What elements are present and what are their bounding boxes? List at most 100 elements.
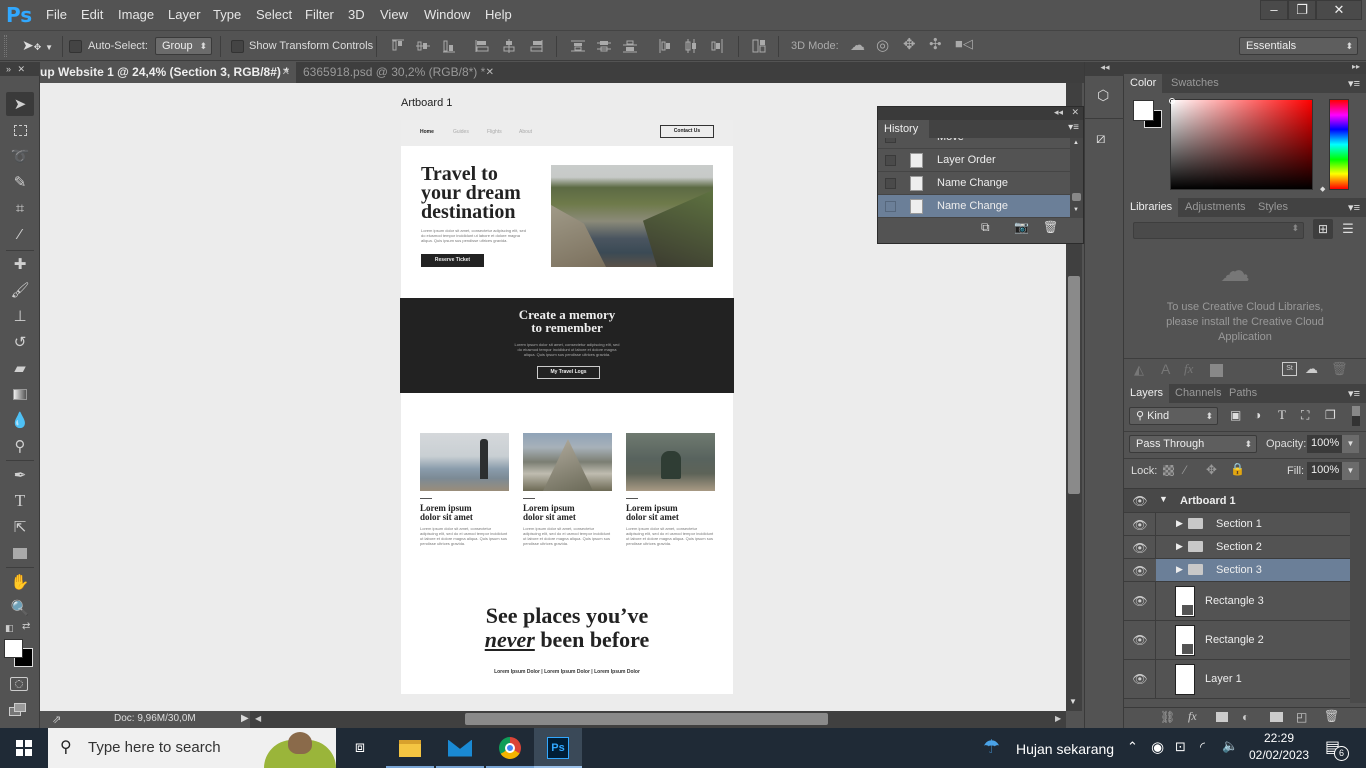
move-tool[interactable]: ➤ [6, 92, 34, 116]
menu-filter[interactable]: Filter [305, 7, 334, 22]
menu-select[interactable]: Select [256, 7, 292, 22]
align-horizontal-centers-icon[interactable] [502, 39, 516, 53]
photoshop-taskbar-button[interactable]: Ps [534, 728, 582, 768]
layer-name[interactable]: Artboard 1 [1180, 495, 1236, 507]
adobe-stock-icon[interactable]: St [1282, 362, 1297, 376]
history-item-selected[interactable]: Name Change [878, 195, 1070, 218]
menu-edit[interactable]: Edit [81, 7, 103, 22]
default-colors-icon[interactable]: ◧ [5, 623, 14, 634]
close-tab-icon[interactable]: ✕ [486, 62, 494, 83]
delete-layer-trash-icon[interactable]: 🗑 [1324, 709, 1339, 723]
menu-window[interactable]: Window [424, 7, 470, 22]
3d-roll-icon[interactable]: ◎ [876, 36, 889, 54]
collapse-strip-icon[interactable]: ◂◂ [1085, 62, 1125, 76]
volume-icon[interactable]: 🔈 [1222, 738, 1238, 754]
properties-panel-icon[interactable]: ⧄ [1096, 130, 1116, 150]
zoom-tool[interactable]: 🔍 [6, 596, 34, 620]
tab-website-mockup[interactable]: up Website 1 @ 24,4% (Section 3, RGB/8#)… [40, 62, 296, 83]
opacity-input[interactable]: 100% [1307, 435, 1342, 453]
chrome-button[interactable] [486, 728, 534, 768]
weather-rain-umbrella-icon[interactable]: ☂ [983, 736, 1000, 759]
sync-status-icon[interactable]: ☁ [1305, 361, 1318, 377]
screen-mode-icon[interactable] [9, 703, 27, 717]
tab-layers[interactable]: Layers [1124, 384, 1170, 403]
doc-size-readout[interactable]: Doc: 9,96M/30,0M [114, 713, 196, 724]
history-snapshot-checkbox[interactable] [885, 201, 896, 212]
hand-tool[interactable]: ✋ [6, 570, 34, 594]
align-left-edges-icon[interactable] [475, 39, 489, 53]
new-group-folder-icon[interactable] [1270, 712, 1283, 722]
lock-image-pixels-icon[interactable]: ⁄ [1184, 463, 1186, 477]
create-snapshot-camera-icon[interactable]: 📷 [1014, 220, 1029, 234]
artboard[interactable]: Home Guides Flights About Contact Us Tra… [400, 120, 734, 694]
filter-pixel-layers-icon[interactable]: ▣ [1230, 408, 1241, 422]
rectangle-tool[interactable] [6, 541, 34, 565]
expand-triangle-icon[interactable]: ▶ [1176, 564, 1183, 575]
3d-orbit-icon[interactable]: ☁ [850, 36, 865, 54]
new-layer-icon[interactable]: ◰ [1296, 710, 1307, 724]
layer-row-group[interactable]: 👁 ▶ Section 1 [1124, 513, 1350, 536]
layer-row-shape[interactable]: 👁 Rectangle 3 [1124, 582, 1350, 621]
swap-colors-icon[interactable]: ⇄ [22, 621, 30, 632]
tab-styles[interactable]: Styles [1252, 198, 1294, 217]
align-right-edges-icon[interactable] [529, 39, 543, 53]
new-adjustment-layer-icon[interactable]: ◐ [1242, 710, 1249, 724]
close-icon[interactable]: ✕ [18, 64, 26, 74]
lock-transparent-pixels-icon[interactable] [1163, 465, 1174, 476]
hue-slider[interactable] [1329, 99, 1349, 190]
add-graphic-icon[interactable]: ◭ [1134, 362, 1144, 378]
distribute-left-edges-icon[interactable] [658, 39, 672, 53]
layer-name[interactable]: Layer 1 [1205, 673, 1242, 685]
quick-selection-tool[interactable]: ✎ [6, 170, 34, 194]
wifi-icon[interactable]: ◜ [1200, 739, 1205, 755]
workspace-select[interactable]: Essentials ⬍ [1239, 37, 1358, 55]
gradient-tool[interactable] [6, 382, 34, 406]
horizontal-scrollbar[interactable]: ◀ ▶ [250, 711, 1066, 728]
show-transform-controls-checkbox[interactable] [231, 40, 244, 53]
menu-view[interactable]: View [380, 7, 408, 22]
3d-slide-icon[interactable]: ✣ [929, 35, 942, 53]
scroll-right-arrow-icon[interactable]: ▶ [1055, 714, 1061, 723]
history-brush-tool[interactable]: ↺ [6, 330, 34, 354]
quick-mask-icon[interactable] [10, 677, 28, 691]
clone-stamp-tool[interactable]: ⊥ [6, 304, 34, 328]
auto-select-checkbox[interactable] [69, 40, 82, 53]
new-document-from-state-icon[interactable]: ⧉ [981, 220, 990, 235]
lock-all-icon[interactable]: 🔒 [1230, 462, 1245, 476]
distribute-bottom-edges-icon[interactable] [623, 39, 637, 53]
tab-libraries[interactable]: Libraries [1124, 198, 1179, 217]
3d-pan-icon[interactable]: ✥ [903, 35, 916, 53]
align-bottom-edges-icon[interactable] [442, 39, 456, 53]
task-view-button[interactable]: ⧈ [336, 728, 384, 768]
distribute-right-edges-icon[interactable] [710, 39, 724, 53]
distribute-horizontal-centers-icon[interactable] [684, 39, 698, 53]
spot-healing-brush-tool[interactable]: ✚ [6, 252, 34, 276]
panel-menu-icon[interactable]: ▾≡ [1348, 201, 1360, 214]
close-tab-icon[interactable]: ✕ [282, 62, 290, 83]
artboard-label[interactable]: Artboard 1 [401, 97, 452, 109]
visibility-eye-icon[interactable]: 👁 [1132, 564, 1148, 578]
add-layer-style-icon[interactable]: fx [1188, 709, 1197, 724]
eraser-tool[interactable]: ▰ [6, 356, 34, 380]
show-hidden-icons-chevron[interactable]: ⌃ [1127, 739, 1138, 755]
expand-triangle-icon[interactable]: ▶ [1176, 541, 1183, 552]
collapse-panel-icon[interactable]: ◂◂ [1054, 107, 1063, 118]
layer-row-artboard[interactable]: 👁 ▼ Artboard 1 [1124, 489, 1366, 513]
scroll-left-arrow-icon[interactable]: ◀ [255, 714, 261, 723]
blur-tool[interactable]: 💧 [6, 408, 34, 432]
crop-tool[interactable]: ⌗ [6, 196, 34, 220]
add-fill-color-icon[interactable] [1210, 364, 1223, 377]
visibility-eye-icon[interactable]: 👁 [1132, 541, 1148, 555]
options-grip[interactable] [4, 35, 7, 57]
add-layer-style-icon[interactable]: fx [1184, 361, 1193, 377]
list-view-icon[interactable]: ☰ [1338, 219, 1358, 239]
lasso-tool[interactable]: ➰ [6, 144, 34, 168]
close-window-button[interactable]: ✕ [1316, 0, 1362, 20]
foreground-color-swatch[interactable] [4, 639, 23, 658]
layer-row-shape[interactable]: 👁 Rectangle 2 [1124, 621, 1350, 660]
layer-name[interactable]: Section 3 [1216, 564, 1262, 576]
eyedropper-tool[interactable]: ⁄ [6, 222, 34, 246]
layer-name[interactable]: Rectangle 3 [1205, 595, 1264, 607]
fill-slider-toggle[interactable]: ▼ [1342, 462, 1359, 480]
library-select[interactable]: ⬍ [1133, 222, 1304, 239]
